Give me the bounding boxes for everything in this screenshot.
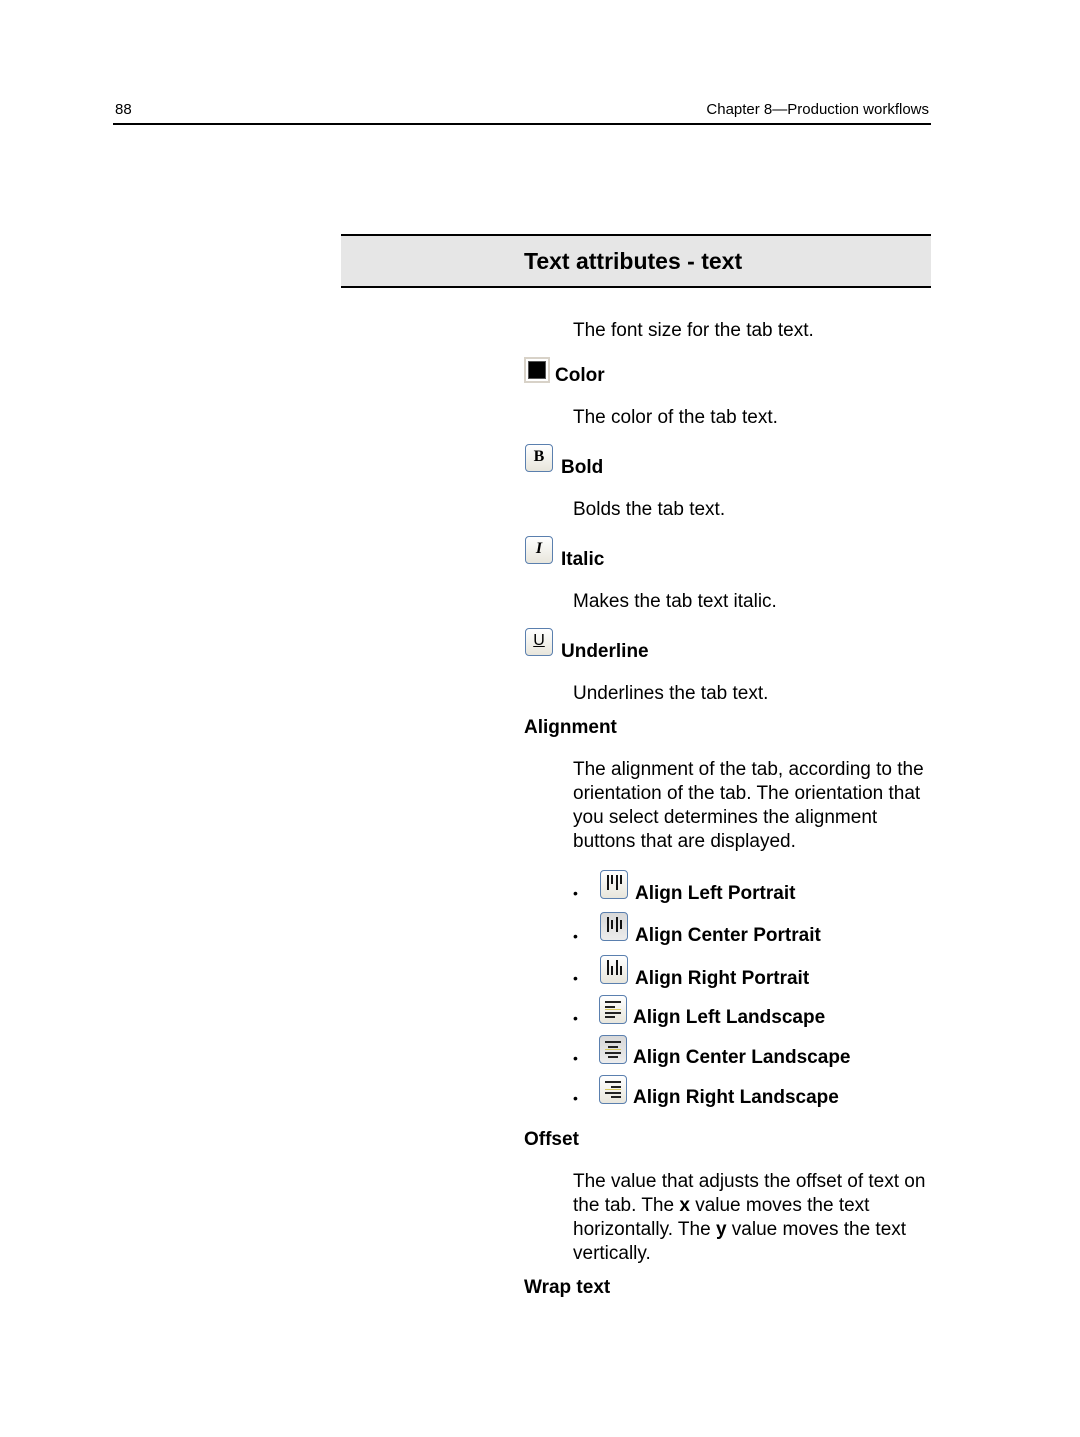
offset-bold-y: y (715, 1219, 727, 1240)
bold-description: Bolds the tab text. (573, 499, 726, 520)
italic-icon: I (525, 536, 553, 564)
align-right-landscape-label: Align Right Landscape (633, 1087, 839, 1108)
header-rule (113, 123, 931, 125)
section-title: Text attributes - text (524, 248, 743, 274)
bold-label: Bold (561, 457, 604, 478)
bullet: • (573, 1050, 578, 1066)
bold-icon: B (525, 444, 553, 472)
bold-glyph: B (533, 448, 545, 465)
alignment-description: The alignment of the tab, according to t… (573, 759, 924, 852)
bullet: • (573, 885, 578, 901)
underline-glyph: U (533, 632, 545, 649)
align-center-landscape-icon (599, 1035, 627, 1064)
wrap-text-heading: Wrap text (524, 1277, 611, 1298)
chapter-title: Chapter 8—Production workflows (706, 101, 929, 118)
offset-heading: Offset (524, 1129, 579, 1150)
underline-description: Underlines the tab text. (573, 683, 769, 704)
align-left-portrait-label: Align Left Portrait (635, 883, 796, 904)
color-description: The color of the tab text. (573, 407, 778, 428)
section-title-box: Text attributes - text (341, 234, 931, 288)
align-center-portrait-label: Align Center Portrait (635, 925, 821, 946)
italic-glyph: I (535, 540, 543, 557)
bullet: • (573, 1010, 578, 1026)
align-left-landscape-icon (599, 995, 627, 1024)
align-right-landscape-icon (599, 1075, 627, 1104)
alignment-heading: Alignment (524, 717, 617, 738)
align-center-portrait-icon (600, 912, 628, 941)
color-swatch-icon (524, 357, 550, 383)
intro-text: The font size for the tab text. (573, 320, 814, 341)
page-number: 88 (115, 101, 132, 118)
align-center-landscape-label: Align Center Landscape (633, 1047, 851, 1068)
align-right-portrait-label: Align Right Portrait (635, 968, 810, 989)
color-swatch-fill (528, 361, 546, 379)
align-left-landscape-label: Align Left Landscape (633, 1007, 826, 1028)
bullet: • (573, 1090, 578, 1106)
align-left-portrait-icon (600, 870, 628, 899)
align-right-portrait-icon (600, 955, 628, 984)
bullet: • (573, 970, 578, 986)
color-label: Color (555, 365, 605, 386)
underline-icon: U (525, 628, 553, 656)
offset-description: The value that adjusts the offset of tex… (573, 1170, 933, 1266)
italic-label: Italic (561, 549, 605, 570)
underline-label: Underline (561, 641, 649, 662)
offset-bold-x: x (679, 1195, 690, 1216)
bullet: • (573, 928, 578, 944)
italic-description: Makes the tab text italic. (573, 591, 777, 612)
